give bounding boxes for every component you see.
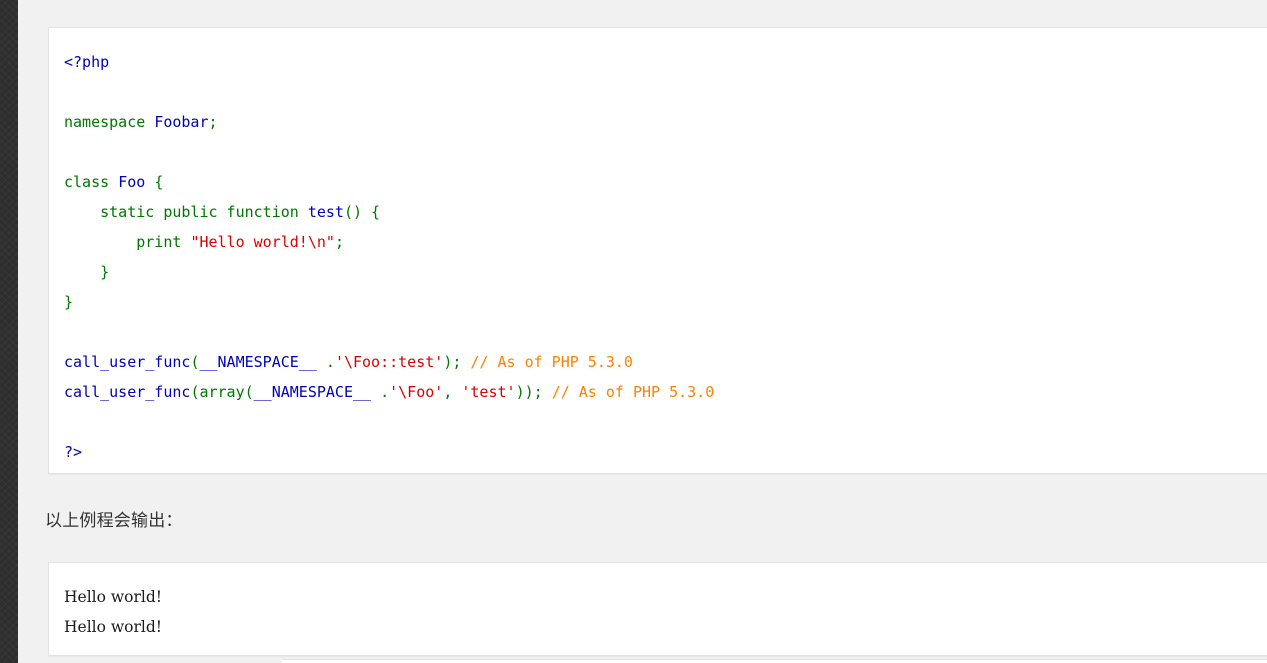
- code-token: print: [64, 233, 182, 251]
- code-token: .: [371, 383, 390, 401]
- code-token: test: [307, 203, 344, 221]
- code-token: 'test': [461, 383, 516, 401]
- code-token: ?>: [64, 443, 83, 461]
- code-token: // As of PHP 5.3.0: [470, 353, 633, 371]
- php-code-block[interactable]: <?php namespace Foobar; class Foo { stat…: [49, 28, 1267, 467]
- code-token: '\Foo': [389, 383, 444, 401]
- code-token: (array(: [190, 383, 254, 401]
- code-token: Foo: [118, 173, 146, 191]
- code-token: );: [443, 353, 471, 371]
- code-token: call_user_func: [64, 353, 191, 371]
- code-token: {: [154, 173, 164, 191]
- page-root: <?php namespace Foobar; class Foo { stat…: [0, 0, 1267, 663]
- code-token: '\Foo::test': [334, 353, 444, 371]
- code-token: .: [316, 353, 335, 371]
- code-token: ,: [443, 383, 462, 401]
- code-token: () {: [343, 203, 381, 221]
- code-token: static public function: [64, 203, 299, 221]
- code-token: // As of PHP 5.3.0: [551, 383, 715, 401]
- code-example-box: <?php namespace Foobar; class Foo { stat…: [48, 27, 1267, 474]
- code-token: <?php: [64, 53, 110, 71]
- example-output-note: 以上例程会输出：: [45, 511, 183, 530]
- next-block-sliver: [282, 659, 1267, 663]
- code-token: __NAMESPACE__: [199, 353, 317, 371]
- code-token: ));: [515, 383, 552, 401]
- code-token: namespace: [64, 113, 146, 131]
- code-token: call_user_func: [64, 383, 191, 401]
- program-output-block: Hello world! Hello world!: [64, 588, 162, 636]
- code-token: }: [64, 293, 74, 311]
- content-column: <?php namespace Foobar; class Foo { stat…: [18, 0, 1267, 663]
- code-token: Foobar: [154, 113, 209, 131]
- code-token: __NAMESPACE__: [253, 383, 372, 401]
- output-example-box: Hello world! Hello world!: [48, 562, 1267, 656]
- code-token: }: [64, 263, 110, 281]
- code-token: ;: [334, 233, 344, 251]
- code-token: class: [64, 173, 110, 191]
- code-token: "Hello world!\n": [190, 233, 335, 251]
- left-texture-rail: [0, 0, 18, 663]
- code-token: ;: [208, 113, 218, 131]
